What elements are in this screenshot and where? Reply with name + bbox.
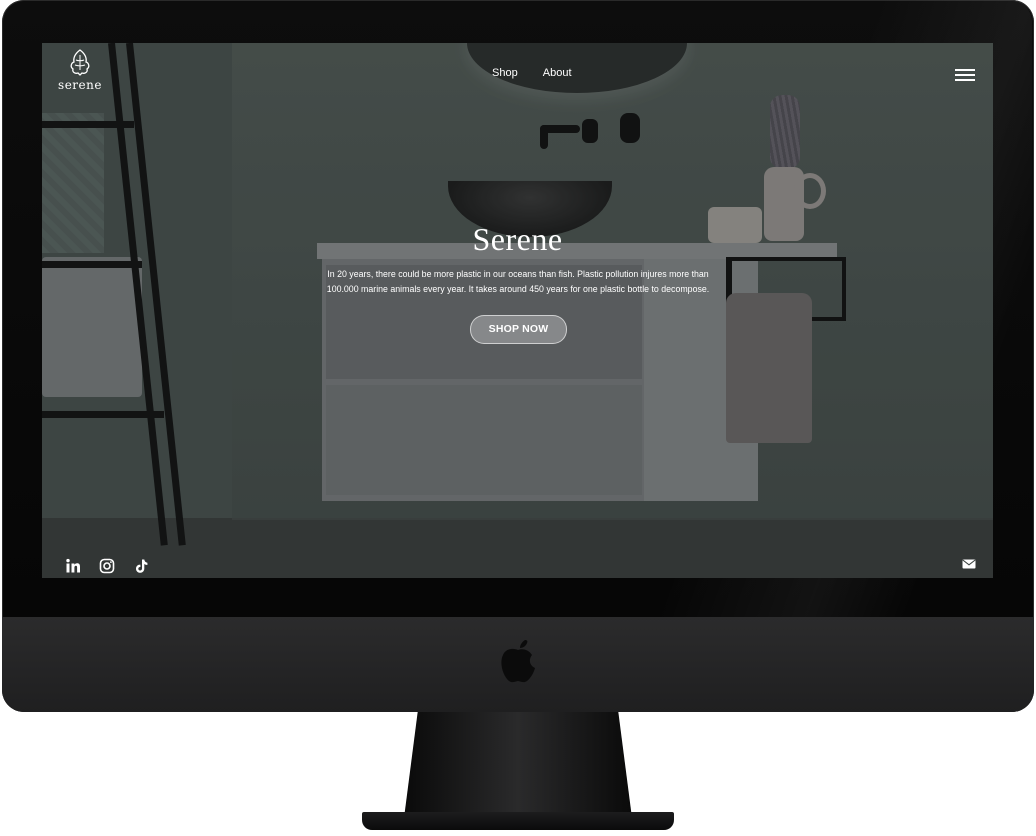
mail-icon[interactable]	[962, 559, 976, 569]
monitor-stand-neck	[404, 712, 632, 818]
logo-text: serene	[58, 78, 102, 92]
apple-logo-icon	[501, 640, 535, 683]
hero-title: Serene	[472, 221, 563, 257]
tiktok-icon[interactable]	[133, 558, 149, 574]
hero-description: In 20 years, there could be more plastic…	[326, 269, 710, 294]
nav-about[interactable]: About	[543, 67, 572, 79]
image-overlay	[42, 43, 993, 578]
monitor-stand-base	[362, 812, 674, 830]
linkedin-icon[interactable]	[65, 558, 81, 574]
main-nav: Shop About	[492, 67, 594, 79]
logo-crest-icon	[70, 49, 90, 76]
website-screen: serene Shop About Serene In 20 years, th…	[42, 43, 993, 578]
shop-now-button[interactable]: SHOP NOW	[470, 315, 567, 344]
hero-background-image	[42, 43, 993, 578]
hamburger-menu-icon[interactable]	[955, 67, 977, 83]
instagram-icon[interactable]	[99, 558, 115, 574]
nav-shop[interactable]: Shop	[492, 67, 518, 79]
site-logo[interactable]: serene	[50, 48, 110, 96]
